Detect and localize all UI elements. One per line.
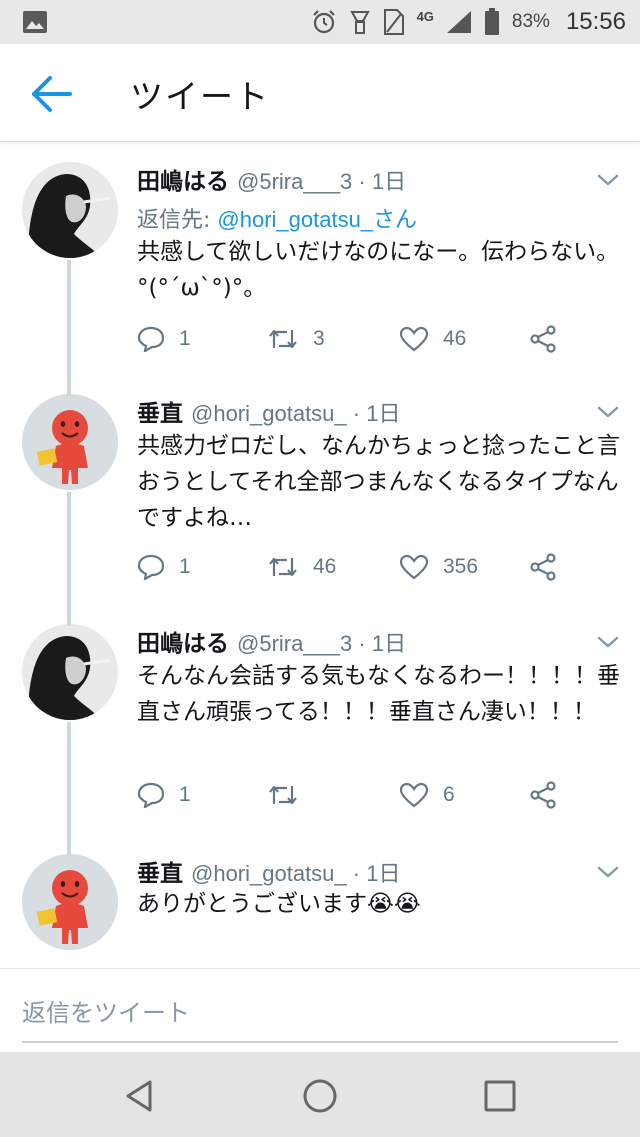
like-count: 356 bbox=[443, 555, 479, 578]
avatar[interactable] bbox=[22, 624, 118, 720]
tweet-text: 共感力ゼロだし、なんかちょっと捻ったこと言おうとしてそれ全部つまんなくなるタイプ… bbox=[137, 433, 620, 531]
heart-icon bbox=[399, 554, 429, 580]
tweet[interactable]: 垂直 @hori_gotatsu_ · 1日 ありがとうございます😭😭 bbox=[0, 836, 640, 965]
retweet-action[interactable]: 46 bbox=[267, 550, 336, 584]
like-action[interactable]: 356 bbox=[399, 550, 478, 584]
network-type: 4G bbox=[416, 8, 434, 24]
back-arrow-icon[interactable] bbox=[30, 74, 76, 114]
reply-placeholder: 返信をツイート bbox=[22, 999, 190, 1027]
nav-back-icon[interactable] bbox=[120, 1076, 160, 1116]
system-nav-bar bbox=[0, 1052, 640, 1137]
red-figure-avatar-icon bbox=[22, 394, 118, 490]
user-handle-time[interactable]: @5rira___3 · 1日 bbox=[237, 626, 406, 658]
retweet-count: 3 bbox=[313, 327, 325, 350]
reply-action[interactable]: 1 bbox=[137, 550, 191, 584]
battery-percent: 83% bbox=[511, 11, 550, 32]
page-title: ツイート bbox=[130, 77, 270, 116]
chevron-down-icon[interactable] bbox=[596, 864, 620, 880]
nav-home-icon[interactable] bbox=[300, 1076, 340, 1116]
thread-line-top bbox=[67, 606, 71, 626]
reply-count: 1 bbox=[179, 783, 191, 806]
reply-icon bbox=[137, 554, 165, 580]
battery-icon bbox=[484, 8, 499, 35]
reply-count: 1 bbox=[179, 327, 191, 350]
share-action[interactable] bbox=[529, 550, 557, 584]
tweet-header: 田嶋はる @5rira___3 · 1日 bbox=[137, 162, 406, 196]
user-handle-time[interactable]: @hori_gotatsu_ · 1日 bbox=[191, 396, 400, 428]
chevron-down-icon[interactable] bbox=[596, 404, 620, 420]
like-count: 6 bbox=[443, 783, 455, 806]
tweet[interactable]: 垂直 @hori_gotatsu_ · 1日 共感力ゼロだし、なんかちょっと捻っ… bbox=[0, 376, 640, 618]
tweet-text: そんなん会話する気もなくなるわー！！！！垂直さん頑張ってる！！！垂直さん凄い！！… bbox=[137, 663, 620, 725]
like-action[interactable]: 46 bbox=[399, 322, 466, 356]
user-name[interactable]: 垂直 bbox=[137, 854, 183, 888]
tweet-actions: 1 6 bbox=[137, 778, 617, 812]
red-figure-avatar-icon bbox=[22, 854, 118, 950]
chevron-down-icon[interactable] bbox=[596, 634, 620, 650]
share-action[interactable] bbox=[529, 322, 557, 356]
user-handle-time[interactable]: @hori_gotatsu_ · 1日 bbox=[191, 856, 400, 888]
reply-action[interactable]: 1 bbox=[137, 322, 191, 356]
retweet-icon bbox=[269, 329, 297, 349]
user-name[interactable]: 田嶋はる bbox=[137, 624, 229, 658]
reply-icon bbox=[137, 782, 165, 808]
signal-icon bbox=[446, 11, 471, 33]
nav-recents-icon[interactable] bbox=[480, 1076, 520, 1116]
like-count: 46 bbox=[443, 327, 467, 350]
vibrate-icon bbox=[349, 11, 370, 34]
tweet-actions: 1 46 356 bbox=[137, 550, 617, 584]
thread-line bbox=[67, 260, 71, 388]
retweet-action[interactable] bbox=[267, 778, 313, 812]
reply-icon bbox=[137, 326, 165, 352]
reply-composer-bar: 返信をツイート bbox=[0, 968, 640, 1052]
share-action[interactable] bbox=[529, 778, 557, 812]
tweet-text: 共感して欲しいだけなのになー。伝わらない。°(°´ω`°)°。 bbox=[137, 239, 620, 301]
tweet-text: ありがとうございます😭😭 bbox=[137, 891, 421, 917]
avatar[interactable] bbox=[22, 394, 118, 490]
face-photo-avatar-icon bbox=[22, 162, 118, 258]
user-name[interactable]: 田嶋はる bbox=[137, 162, 229, 196]
reply-action[interactable]: 1 bbox=[137, 778, 191, 812]
retweet-icon bbox=[269, 785, 297, 805]
avatar[interactable] bbox=[22, 854, 118, 950]
heart-icon bbox=[399, 326, 429, 352]
no-sim-icon bbox=[383, 9, 404, 35]
reply-prefix: 返信先: bbox=[137, 208, 218, 233]
thread-line-top bbox=[67, 836, 71, 856]
heart-icon bbox=[399, 782, 429, 808]
tweet-actions: 1 3 46 bbox=[137, 322, 617, 356]
reply-input[interactable]: 返信をツイート bbox=[22, 969, 618, 1043]
retweet-icon bbox=[269, 557, 297, 577]
status-bar: 4G 83% 15:56 bbox=[0, 0, 640, 44]
avatar[interactable] bbox=[22, 162, 118, 258]
tweet-header: 垂直 @hori_gotatsu_ · 1日 bbox=[137, 854, 400, 888]
tweet[interactable]: 田嶋はる @5rira___3 · 1日 そんなん会話する気もなくなるわー！！！… bbox=[0, 606, 640, 848]
reply-count: 1 bbox=[179, 555, 191, 578]
tweet[interactable]: 田嶋はる @5rira___3 · 1日 返信先: @hori_gotatsu_… bbox=[0, 150, 640, 388]
app-header: ツイート bbox=[0, 44, 640, 142]
tweet-header: 垂直 @hori_gotatsu_ · 1日 bbox=[137, 394, 400, 428]
share-icon bbox=[530, 553, 556, 581]
thread-line bbox=[67, 722, 71, 848]
face-photo-avatar-icon bbox=[22, 624, 118, 720]
thread-line bbox=[67, 492, 71, 618]
chevron-down-icon[interactable] bbox=[596, 172, 620, 188]
user-name[interactable]: 垂直 bbox=[137, 394, 183, 428]
tweet-header: 田嶋はる @5rira___3 · 1日 bbox=[137, 624, 406, 658]
clock: 15:56 bbox=[565, 8, 626, 35]
alarm-icon bbox=[312, 10, 335, 34]
gallery-icon bbox=[23, 11, 47, 33]
user-handle-time[interactable]: @5rira___3 · 1日 bbox=[237, 164, 406, 196]
thread-line-top bbox=[67, 376, 71, 396]
share-icon bbox=[530, 781, 556, 809]
retweet-count: 46 bbox=[313, 555, 337, 578]
reply-to-link[interactable]: @hori_gotatsu_さん bbox=[217, 207, 417, 232]
share-icon bbox=[530, 325, 556, 353]
retweet-action[interactable]: 3 bbox=[267, 322, 325, 356]
like-action[interactable]: 6 bbox=[399, 778, 455, 812]
reply-to-line: 返信先: @hori_gotatsu_さん bbox=[137, 202, 417, 234]
